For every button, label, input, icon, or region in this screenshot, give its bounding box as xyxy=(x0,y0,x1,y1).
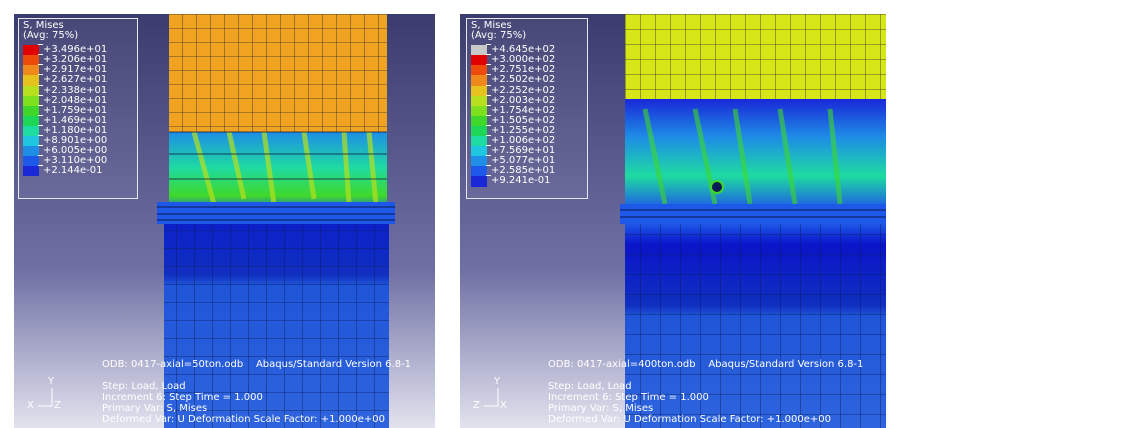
legend-swatch xyxy=(23,115,39,126)
version-label: Abaqus/Standard Version 6.8-1 xyxy=(255,359,412,370)
legend-swatch xyxy=(23,156,39,167)
legend-row: +9.241e-01 xyxy=(471,175,583,187)
legend-swatch xyxy=(23,146,39,157)
step-label: Step: Load, Load xyxy=(548,381,632,392)
odb-name: ODB: 0417-axial=50ton.odb xyxy=(102,359,244,370)
primary-var-label: Primary Var: S, Mises xyxy=(102,403,208,414)
legend-swatch xyxy=(23,166,39,177)
legend-box: S, Mises (Avg: 75%) +4.645e+02 +3.000e+02… xyxy=(466,18,588,199)
legend-swatch xyxy=(471,146,487,157)
legend-swatch xyxy=(471,176,487,187)
legend-swatch xyxy=(23,136,39,147)
legend-swatch xyxy=(471,115,487,126)
flange xyxy=(157,202,395,224)
odb-info: ODB: 0417-axial=400ton.odb Abaqus/Standa… xyxy=(548,359,863,370)
step-label: Step: Load, Load xyxy=(102,381,186,392)
deformed-var-label: Deformed Var: U Deformation Scale Factor… xyxy=(548,414,831,425)
stiffener-band xyxy=(169,132,387,212)
legend-swatch xyxy=(471,105,487,116)
legend-value: +9.241e-01 xyxy=(486,175,551,187)
legend-value: +2.144e-01 xyxy=(38,165,103,177)
legend-swatch xyxy=(471,95,487,106)
legend-swatch xyxy=(23,65,39,76)
legend-swatch xyxy=(23,95,39,106)
legend-row: +2.144e-01 xyxy=(23,165,133,177)
legend-swatch xyxy=(23,45,39,56)
step-info: Step: Load, Load Increment 6: Step Time … xyxy=(548,381,831,425)
legend-avg: (Avg: 75%) xyxy=(23,30,79,42)
triad-y: Y xyxy=(48,376,55,387)
flange xyxy=(620,204,886,224)
triad-x: X xyxy=(27,400,34,411)
axis-triad: Y Z X xyxy=(470,374,510,414)
triad-x: X xyxy=(500,400,507,411)
version-label: Abaqus/Standard Version 6.8-1 xyxy=(708,359,864,370)
legend-swatch xyxy=(471,55,487,66)
legend-swatch xyxy=(23,75,39,86)
viewport-right[interactable]: S, Mises (Avg: 75%) +4.645e+02 +3.000e+02… xyxy=(460,14,886,428)
legend-swatch xyxy=(471,65,487,76)
legend-swatch xyxy=(471,45,487,56)
increment-label: Increment 6: Step Time = 1.000 xyxy=(548,392,709,403)
legend-rows: +3.496e+01 +3.206e+01 +2.917e+01 +2.627e+01… xyxy=(23,44,133,177)
legend-swatch xyxy=(23,105,39,116)
legend-swatch xyxy=(23,125,39,137)
legend-swatch xyxy=(471,75,487,86)
legend-swatch xyxy=(23,85,39,96)
axis-triad: Y X Z xyxy=(24,374,64,414)
odb-info: ODB: 0417-axial=50ton.odb Abaqus/Standar… xyxy=(102,359,411,370)
step-info: Step: Load, Load Increment 6: Step Time … xyxy=(102,381,385,425)
legend-swatch xyxy=(471,166,487,177)
legend-swatch xyxy=(471,136,487,147)
legend-swatch xyxy=(471,85,487,96)
triad-y: Y xyxy=(494,376,501,387)
viewport-left[interactable]: S, Mises (Avg: 75%) +3.496e+01 +3.206e+01… xyxy=(14,14,435,428)
triad-z: Z xyxy=(54,400,61,411)
legend-swatch xyxy=(23,55,39,66)
legend-box: S, Mises (Avg: 75%) +3.496e+01 +3.206e+01… xyxy=(18,18,138,199)
primary-var-label: Primary Var: S, Mises xyxy=(548,403,654,414)
legend-rows: +4.645e+02 +3.000e+02 +2.751e+02 +2.502e+02… xyxy=(471,44,583,187)
odb-name: ODB: 0417-axial=400ton.odb xyxy=(548,359,696,370)
triad-z: Z xyxy=(473,400,480,411)
legend-swatch xyxy=(471,125,487,137)
legend-avg: (Avg: 75%) xyxy=(471,30,527,42)
deformed-var-label: Deformed Var: U Deformation Scale Factor… xyxy=(102,414,385,425)
increment-label: Increment 6: Step Time = 1.000 xyxy=(102,392,263,403)
legend-swatch xyxy=(471,156,487,167)
